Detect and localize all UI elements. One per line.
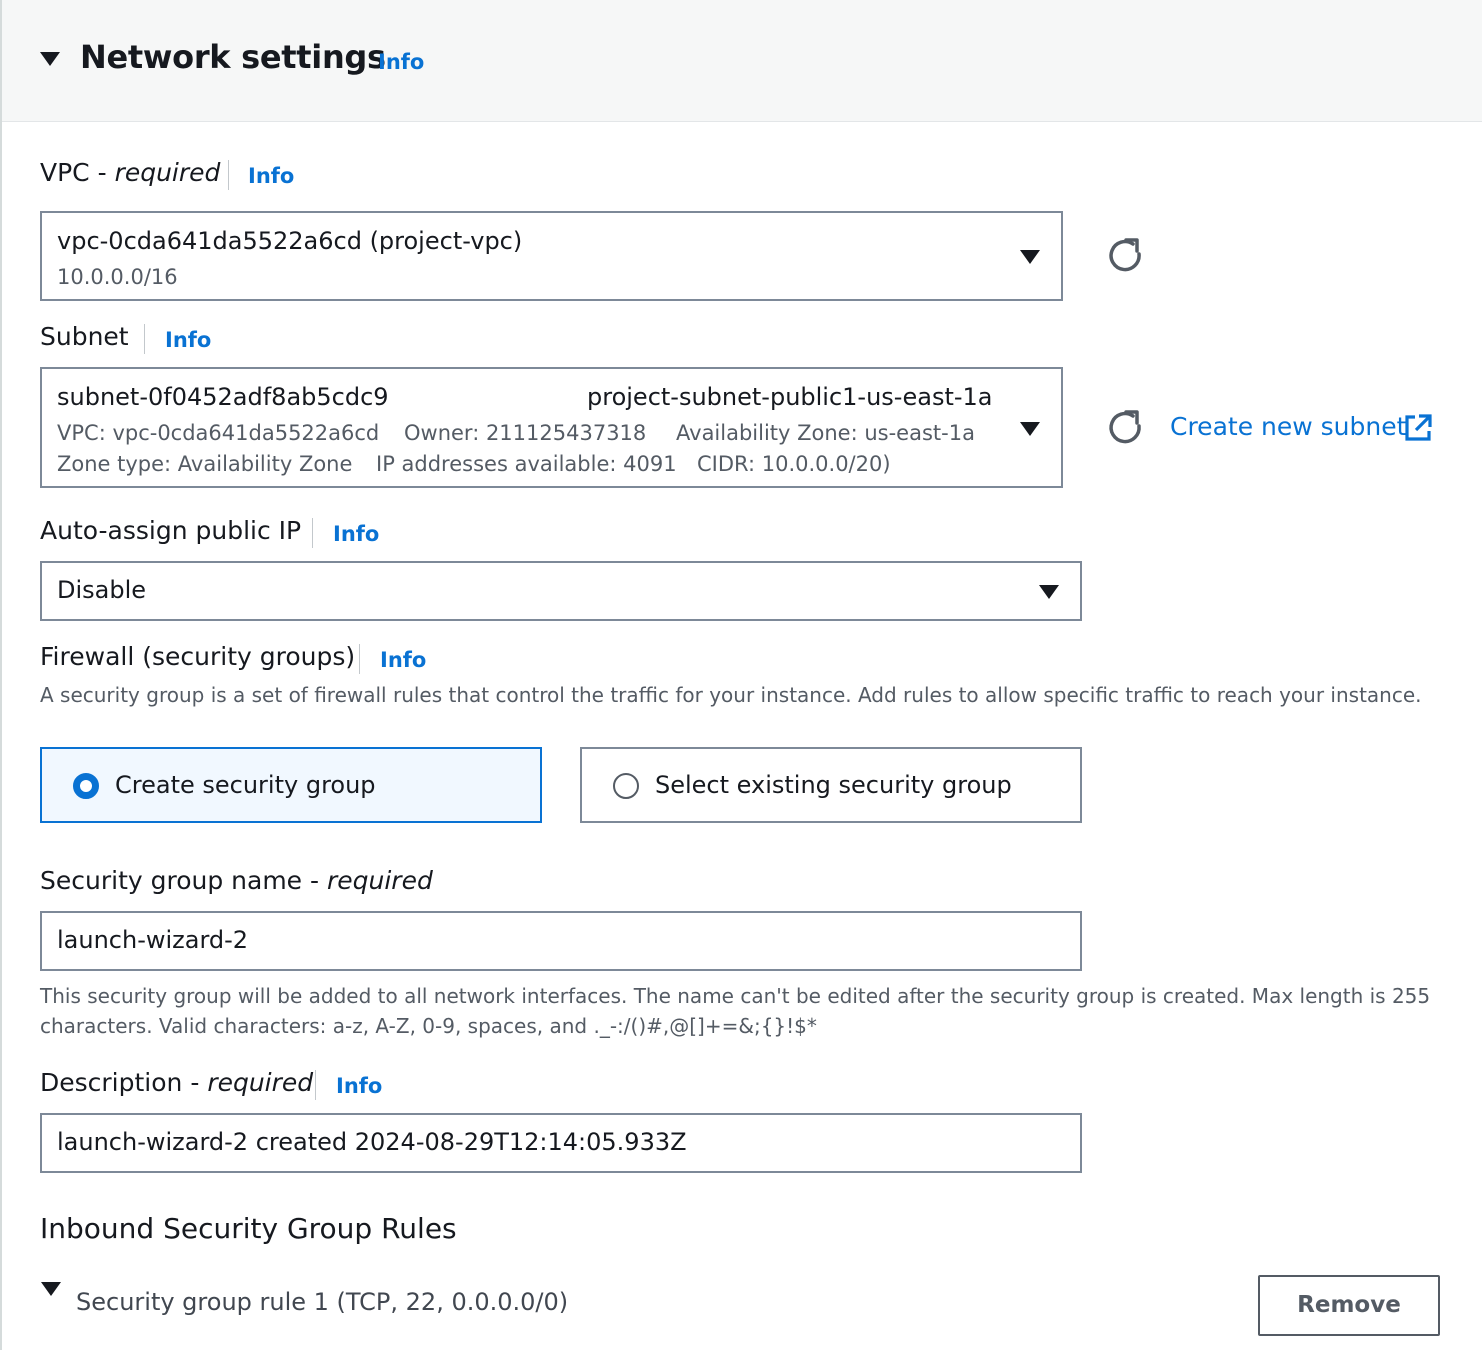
subnet-select[interactable]: subnet-0f0452adf8ab5cdc9 project-subnet-… <box>40 367 1063 488</box>
description-label-text: Description - <box>40 1068 208 1097</box>
vpc-chevron-down-icon <box>1020 250 1040 264</box>
subnet-refresh-icon[interactable] <box>1106 408 1146 448</box>
subnet-chevron-down-icon <box>1020 422 1040 436</box>
public-ip-info-link[interactable]: Info <box>333 522 379 546</box>
subnet-availability-zone: Availability Zone: us-east-1a <box>676 421 975 445</box>
rule-collapse-caret-icon[interactable] <box>41 1282 61 1296</box>
subnet-label: Subnet <box>40 322 129 351</box>
select-existing-security-group-label: Select existing security group <box>655 771 1012 799</box>
description-label-divider <box>315 1070 316 1100</box>
vpc-label-divider <box>228 160 229 190</box>
sg-name-label-text: Security group name - <box>40 866 327 895</box>
sg-name-input[interactable]: launch-wizard-2 <box>40 911 1082 971</box>
subnet-zone-type: Zone type: Availability Zone <box>57 452 353 476</box>
vpc-select-value: vpc-0cda641da5522a6cd (project-vpc) <box>57 227 523 255</box>
inbound-rules-heading: Inbound Security Group Rules <box>40 1212 457 1245</box>
sg-name-value: launch-wizard-2 <box>57 926 249 954</box>
sg-name-help-text: This security group will be added to all… <box>40 984 1431 1038</box>
create-new-subnet-link[interactable]: Create new subnet <box>1170 412 1406 441</box>
public-ip-chevron-down-icon <box>1039 585 1059 599</box>
subnet-cidr: CIDR: 10.0.0.0/20) <box>697 452 891 476</box>
section-title: Network settings <box>80 38 386 76</box>
vpc-label: VPC - required <box>40 158 220 187</box>
vpc-refresh-icon[interactable] <box>1106 236 1146 276</box>
create-security-group-option[interactable]: Create security group <box>40 747 542 823</box>
sg-name-required-text: required <box>326 866 433 895</box>
description-value: launch-wizard-2 created 2024-08-29T12:14… <box>57 1128 687 1156</box>
subnet-vpc: VPC: vpc-0cda641da5522a6cd <box>57 421 380 445</box>
external-link-icon[interactable] <box>1403 413 1433 443</box>
subnet-id: subnet-0f0452adf8ab5cdc9 <box>57 383 389 411</box>
firewall-help-text: A security group is a set of firewall ru… <box>40 683 1422 707</box>
collapse-caret-icon[interactable] <box>40 52 60 66</box>
subnet-name: project-subnet-public1-us-east-1a <box>587 383 993 411</box>
description-info-link[interactable]: Info <box>336 1074 382 1098</box>
description-label: Description - required <box>40 1068 313 1097</box>
description-required-text: required <box>207 1068 314 1097</box>
public-ip-value: Disable <box>57 576 147 604</box>
public-ip-label-divider <box>312 518 313 548</box>
section-info-link[interactable]: Info <box>378 50 424 74</box>
create-security-group-label: Create security group <box>115 771 376 799</box>
description-input[interactable]: launch-wizard-2 created 2024-08-29T12:14… <box>40 1113 1082 1173</box>
vpc-select[interactable]: vpc-0cda641da5522a6cd (project-vpc) 10.0… <box>40 211 1063 301</box>
select-existing-security-group-radio[interactable] <box>613 773 639 799</box>
vpc-select-cidr: 10.0.0.0/16 <box>57 265 178 289</box>
create-security-group-radio[interactable] <box>73 773 99 799</box>
subnet-label-divider <box>144 324 145 354</box>
subnet-info-link[interactable]: Info <box>165 328 211 352</box>
firewall-label: Firewall (security groups) <box>40 642 356 671</box>
security-group-rule-1[interactable]: Security group rule 1 (TCP, 22, 0.0.0.0/… <box>76 1288 568 1316</box>
vpc-info-link[interactable]: Info <box>248 164 294 188</box>
firewall-info-link[interactable]: Info <box>380 648 426 672</box>
vpc-required-text: required <box>114 158 221 187</box>
sg-name-label: Security group name - required <box>40 866 433 895</box>
public-ip-label: Auto-assign public IP <box>40 516 302 545</box>
public-ip-select[interactable]: Disable <box>40 561 1082 621</box>
vpc-label-text: VPC - <box>40 158 115 187</box>
subnet-ip-available: IP addresses available: 4091 <box>376 452 677 476</box>
remove-rule-button[interactable]: Remove <box>1258 1275 1440 1336</box>
select-existing-security-group-option[interactable]: Select existing security group <box>580 747 1082 823</box>
subnet-owner: Owner: 211125437318 <box>404 421 647 445</box>
firewall-label-divider <box>359 644 360 674</box>
